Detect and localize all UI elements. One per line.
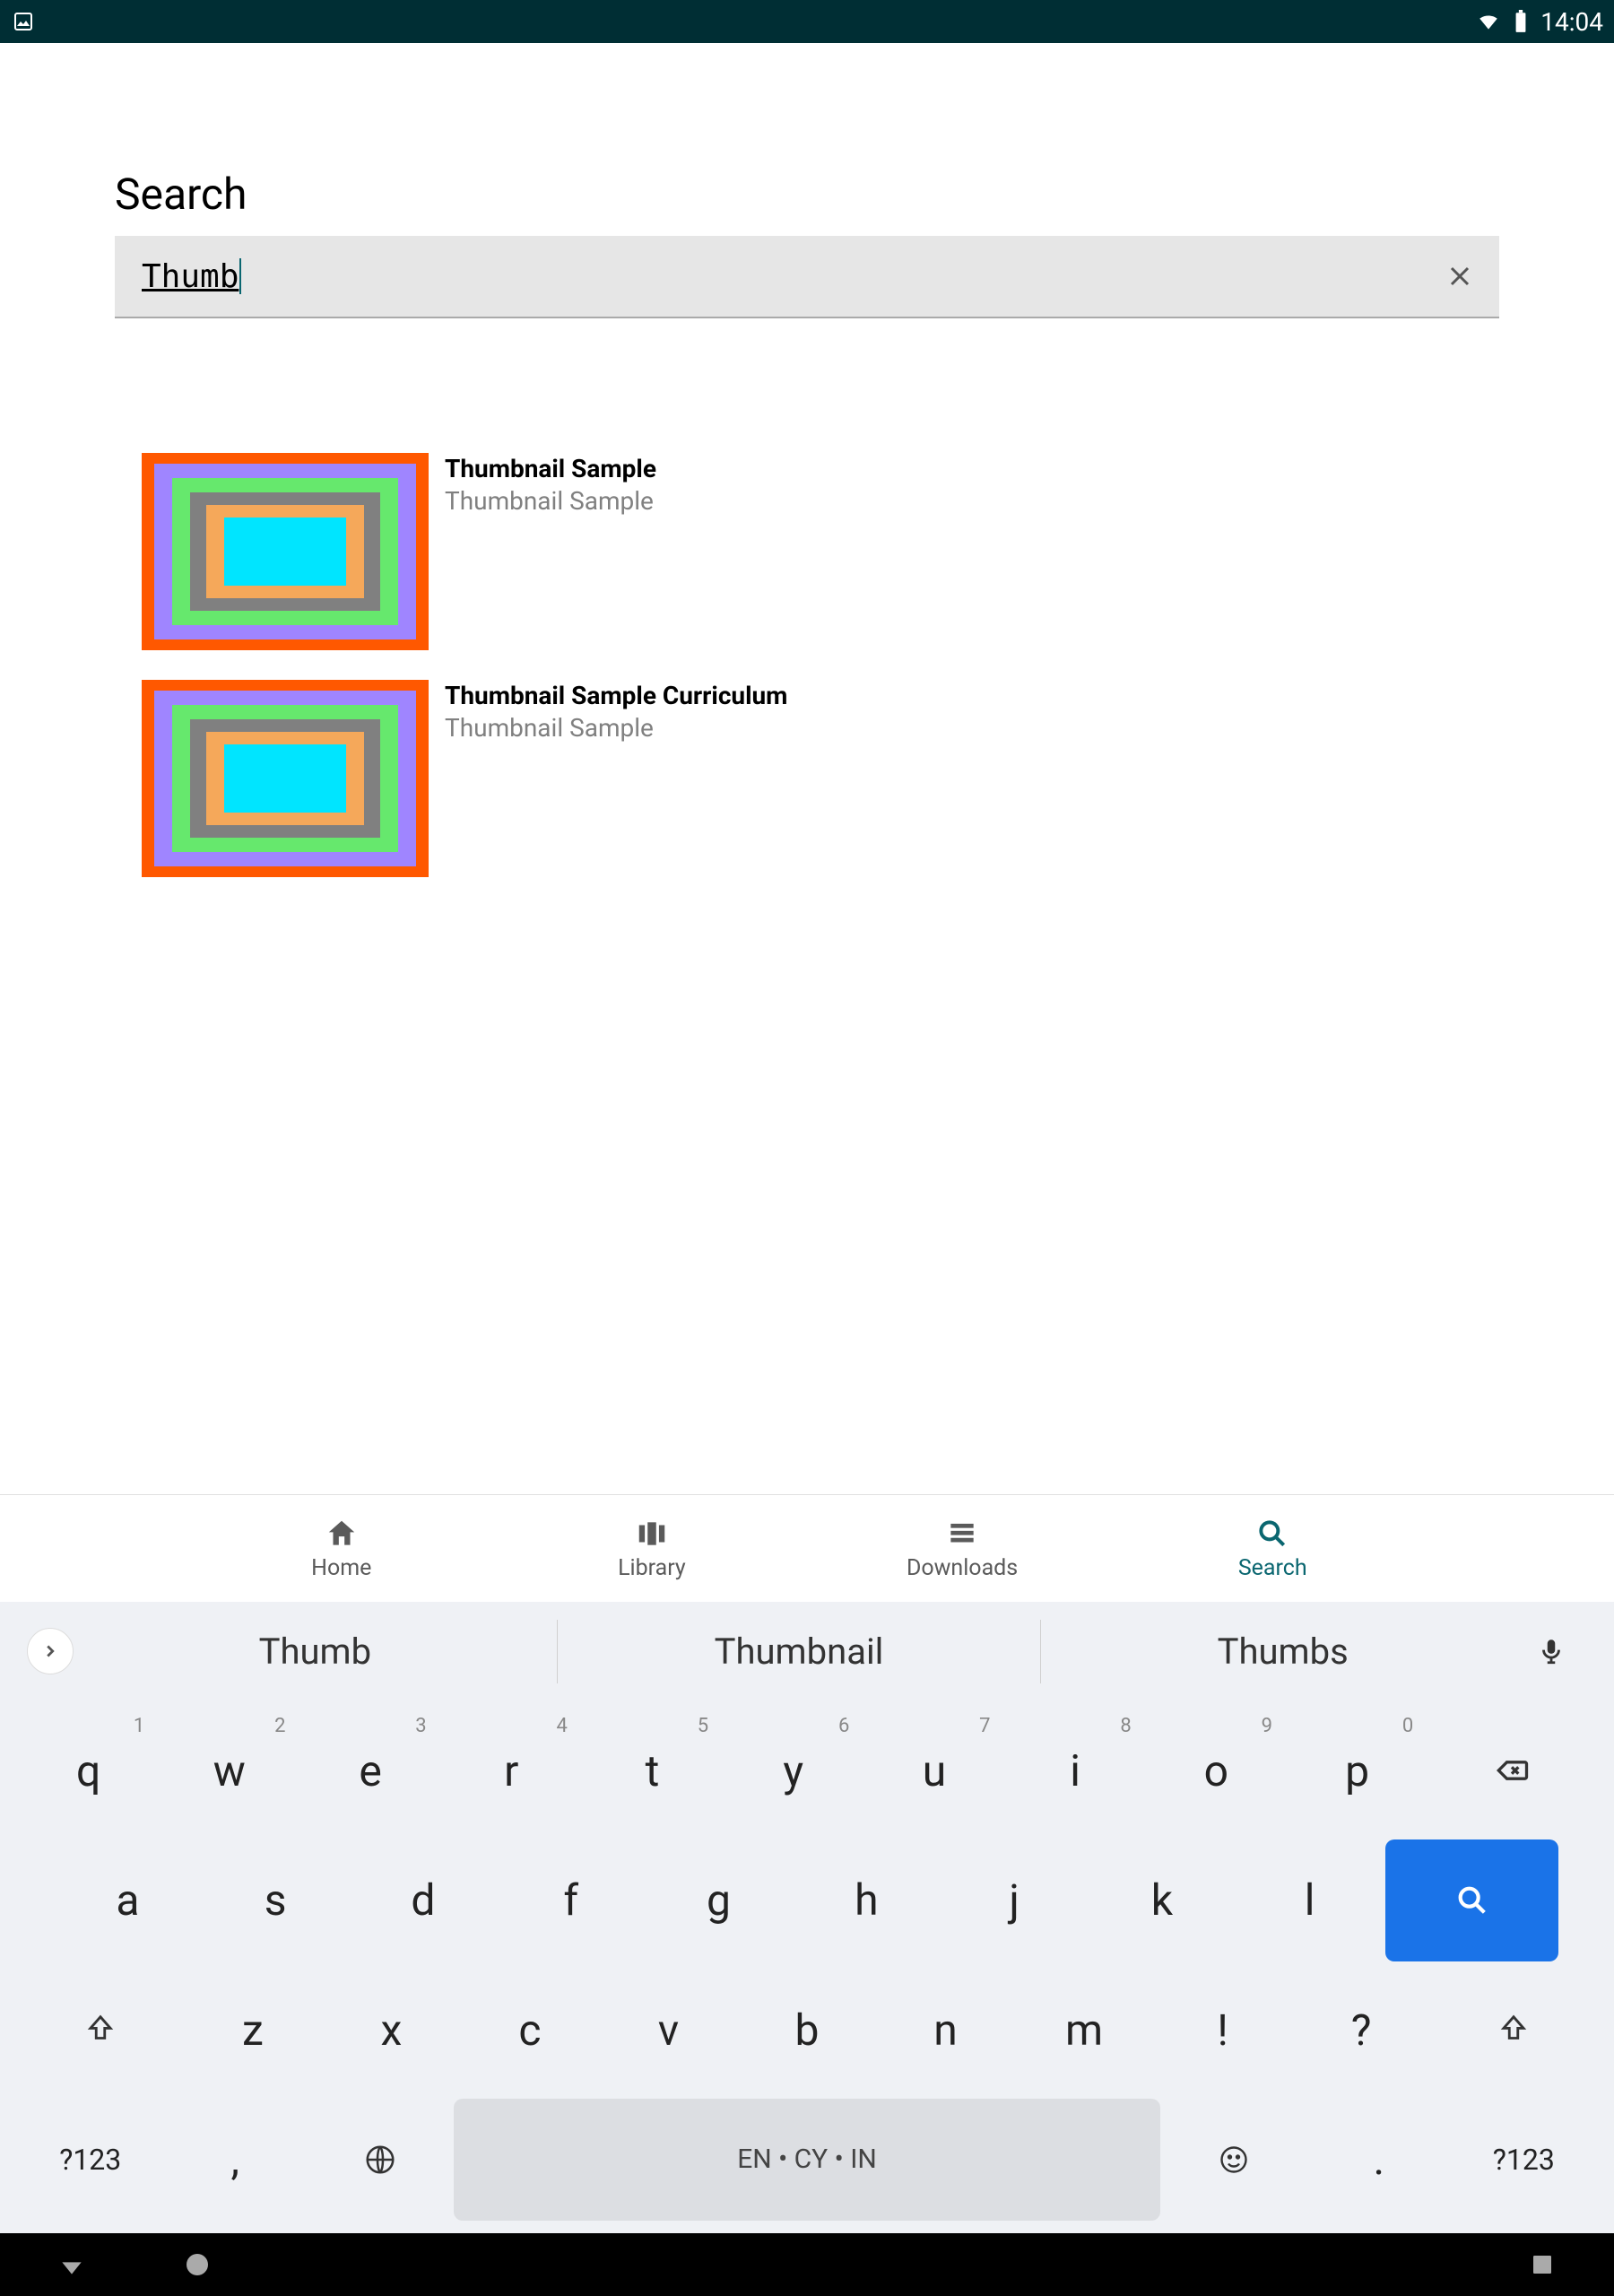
expand-button[interactable] [27, 1628, 74, 1674]
key-n[interactable]: n [878, 1969, 1013, 2092]
back-button[interactable] [54, 2247, 90, 2283]
suggestion-item[interactable]: Thumb [74, 1620, 558, 1683]
shift-key-right[interactable] [1432, 1969, 1594, 2092]
language-key[interactable] [309, 2099, 450, 2222]
key-j[interactable]: j [942, 1839, 1087, 1962]
key-x[interactable]: x [324, 1969, 459, 2092]
home-button[interactable] [179, 2247, 215, 2283]
key-d[interactable]: d [351, 1839, 496, 1962]
key-k[interactable]: k [1089, 1839, 1234, 1962]
key-s[interactable]: s [204, 1839, 348, 1962]
thumbnail-image [142, 453, 429, 650]
key-r[interactable]: 4r [443, 1709, 580, 1832]
nav-label: Search [1238, 1555, 1307, 1581]
key-row-1: 1q 2w 3e 4r 5t 6y 7u 8i 9o 0p [18, 1706, 1596, 1836]
key-l[interactable]: l [1237, 1839, 1382, 1962]
key-g[interactable]: g [646, 1839, 791, 1962]
image-icon [11, 9, 36, 34]
symbols-key[interactable]: ?123 [20, 2099, 161, 2222]
text-caret [239, 258, 241, 294]
nav-search[interactable]: Search [1117, 1495, 1427, 1602]
key-y[interactable]: 6y [725, 1709, 862, 1832]
key-t[interactable]: 5t [584, 1709, 721, 1832]
status-time: 14:04 [1540, 7, 1603, 37]
backspace-key[interactable] [1429, 1709, 1594, 1832]
nav-home[interactable]: Home [187, 1495, 497, 1602]
main-content: Search Thumb Thumbnail Sample Thumbn [0, 43, 1614, 877]
nav-library[interactable]: Library [497, 1495, 807, 1602]
keyboard: Thumb Thumbnail Thumbs 1q 2w 3e 4r 5t 6y… [0, 1602, 1614, 2233]
key-c[interactable]: c [463, 1969, 598, 2092]
wifi-icon [1476, 9, 1501, 34]
page-title: Search [115, 169, 1499, 220]
search-input[interactable]: Thumb [142, 258, 239, 295]
result-title: Thumbnail Sample Curriculum [445, 680, 787, 712]
nav-label: Library [618, 1555, 686, 1581]
shift-key[interactable] [20, 1969, 182, 2092]
search-box[interactable]: Thumb [115, 236, 1499, 318]
period-key[interactable]: . [1308, 2099, 1449, 2222]
emoji-key[interactable] [1164, 2099, 1305, 2222]
key-row-3: z x c v b n m ! ? [18, 1965, 1596, 2095]
suggestion-item[interactable]: Thumbnail [558, 1620, 1042, 1683]
key-b[interactable]: b [740, 1969, 875, 2092]
key-question[interactable]: ? [1294, 1969, 1429, 2092]
key-exclaim[interactable]: ! [1155, 1969, 1290, 2092]
key-z[interactable]: z [186, 1969, 321, 2092]
result-item[interactable]: Thumbnail Sample Curriculum Thumbnail Sa… [142, 680, 1499, 877]
space-key[interactable]: EN • CY • IN [454, 2099, 1159, 2222]
key-o[interactable]: 9o [1148, 1709, 1285, 1832]
result-item[interactable]: Thumbnail Sample Thumbnail Sample [142, 453, 1499, 650]
key-row-2: a s d f g h j k l [18, 1836, 1596, 1966]
comma-key[interactable]: , [164, 2099, 305, 2222]
library-icon [634, 1516, 670, 1552]
nav-label: Downloads [907, 1555, 1018, 1581]
downloads-icon [944, 1516, 980, 1552]
key-a[interactable]: a [56, 1839, 200, 1962]
symbols-key-right[interactable]: ?123 [1453, 2099, 1594, 2222]
key-m[interactable]: m [1017, 1969, 1152, 2092]
key-i[interactable]: 8i [1007, 1709, 1144, 1832]
mic-icon[interactable] [1524, 1636, 1578, 1666]
thumbnail-image [142, 680, 429, 877]
home-icon [324, 1516, 360, 1552]
nav-label: Home [311, 1555, 371, 1581]
key-v[interactable]: v [601, 1969, 736, 2092]
system-nav [0, 2233, 1614, 2296]
search-key[interactable] [1385, 1839, 1558, 1962]
key-p[interactable]: 0p [1289, 1709, 1426, 1832]
status-bar: 14:04 [0, 0, 1614, 43]
battery-icon [1508, 9, 1533, 34]
search-icon [1254, 1516, 1290, 1552]
result-subtitle: Thumbnail Sample [445, 485, 656, 517]
suggestion-row: Thumb Thumbnail Thumbs [0, 1602, 1614, 1700]
key-q[interactable]: 1q [20, 1709, 157, 1832]
key-f[interactable]: f [499, 1839, 643, 1962]
key-u[interactable]: 7u [865, 1709, 1002, 1832]
suggestion-item[interactable]: Thumbs [1041, 1620, 1524, 1683]
bottom-nav: Home Library Downloads Search [0, 1494, 1614, 1602]
results-list: Thumbnail Sample Thumbnail Sample Thumbn… [115, 453, 1499, 877]
key-h[interactable]: h [794, 1839, 939, 1962]
result-subtitle: Thumbnail Sample [445, 712, 787, 744]
result-title: Thumbnail Sample [445, 453, 656, 485]
key-w[interactable]: 2w [161, 1709, 298, 1832]
key-e[interactable]: 3e [301, 1709, 438, 1832]
nav-downloads[interactable]: Downloads [807, 1495, 1117, 1602]
recents-button[interactable] [1524, 2247, 1560, 2283]
key-row-4: ?123 , EN • CY • IN . ?123 [18, 2095, 1596, 2225]
clear-icon[interactable] [1442, 258, 1478, 294]
